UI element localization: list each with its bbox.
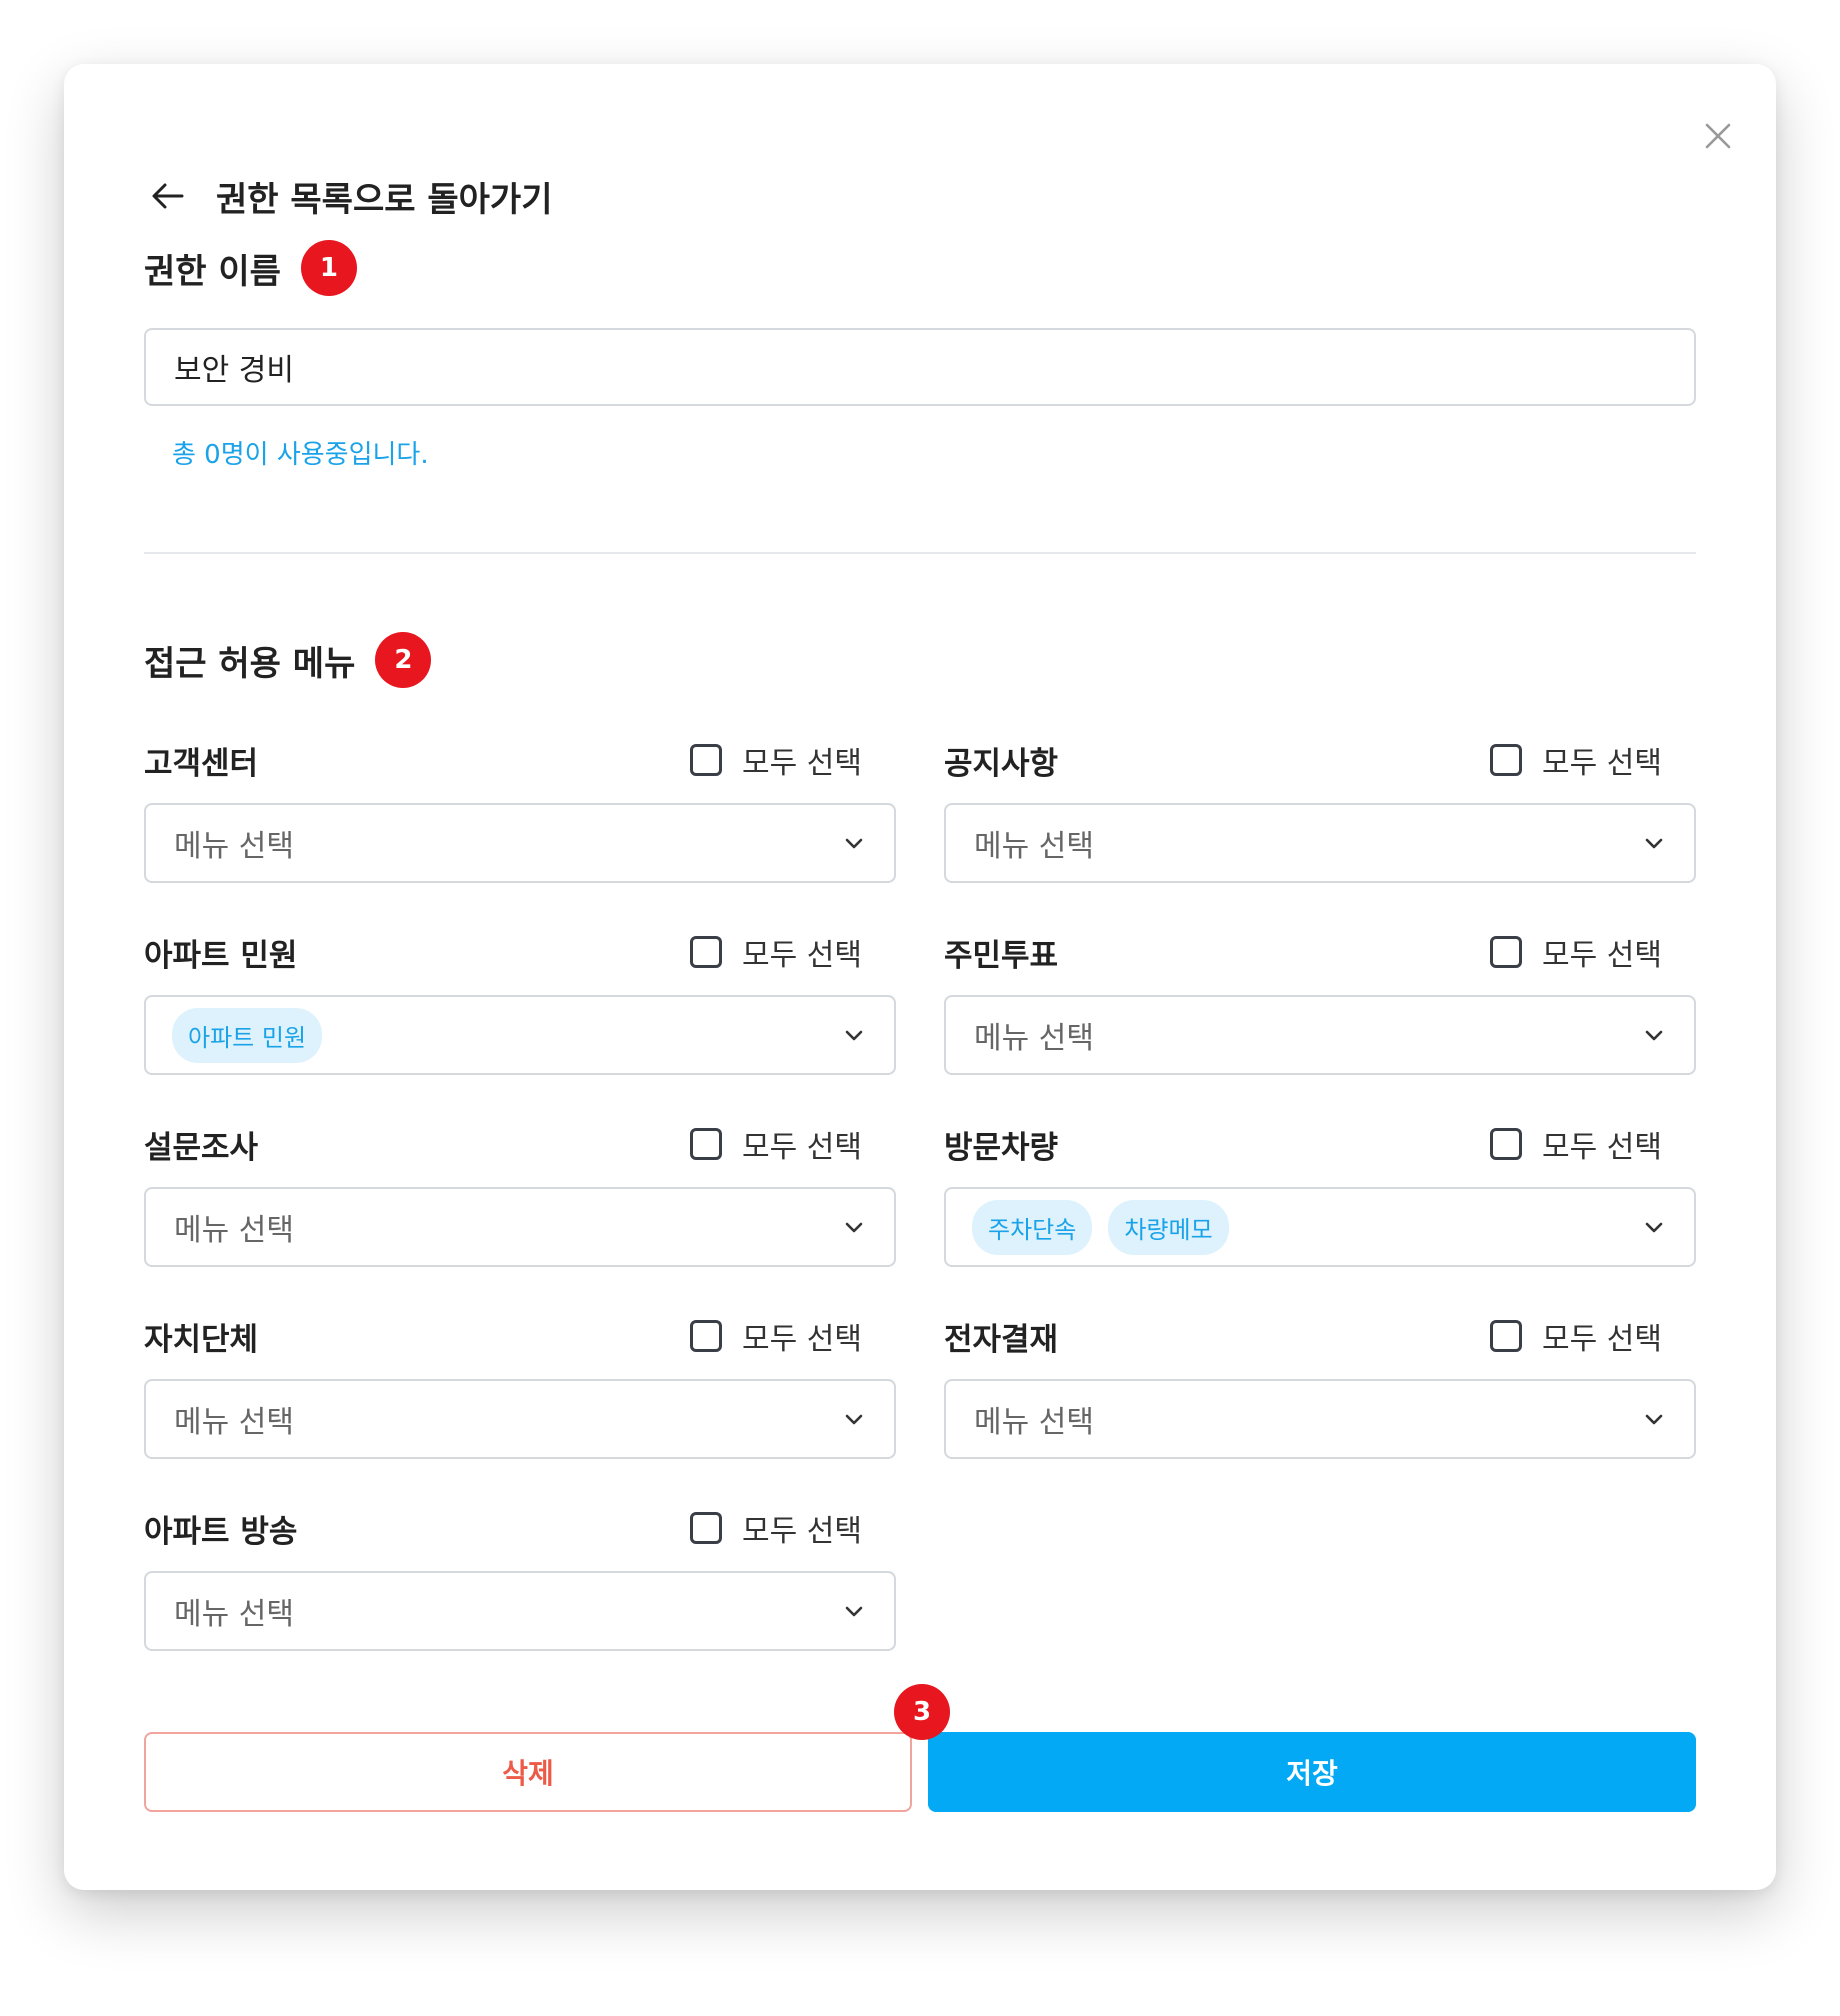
group-label: 주민투표 — [944, 938, 1059, 974]
select-all-label: 모두 선택 — [742, 746, 862, 781]
close-icon — [1704, 122, 1732, 154]
back-label: 권한 목록으로 돌아가기 — [216, 179, 553, 220]
select-all-toggle[interactable]: 모두 선택 — [1490, 738, 1662, 782]
step-badge-1: 1 — [300, 240, 357, 296]
step-badge-3: 3 — [894, 1684, 950, 1740]
menu-select[interactable]: 메뉴 선택 — [944, 995, 1696, 1075]
selected-chip[interactable]: 주차단속 — [972, 1199, 1093, 1255]
menu-select[interactable]: 메뉴 선택 — [944, 1379, 1696, 1459]
select-all-label: 모두 선택 — [742, 1322, 862, 1357]
select-all-toggle[interactable]: 모두 선택 — [1490, 930, 1662, 974]
select-all-label: 모두 선택 — [742, 938, 862, 973]
checkbox[interactable] — [690, 1320, 722, 1352]
checkbox[interactable] — [1490, 1128, 1522, 1160]
arrow-left-icon — [150, 178, 186, 214]
chevron-down-icon — [1642, 1215, 1666, 1239]
menu-section-title: 접근 허용 메뉴 2 — [144, 632, 432, 688]
checkbox[interactable] — [690, 1512, 722, 1544]
menu-select[interactable]: 주차단속 차량메모 — [944, 1187, 1696, 1267]
group-label: 아파트 방송 — [144, 1514, 298, 1550]
close-button[interactable] — [1688, 108, 1748, 168]
group-label: 전자결재 — [944, 1322, 1059, 1358]
select-all-label: 모두 선택 — [742, 1514, 862, 1549]
chevron-down-icon — [842, 1023, 866, 1047]
group-label: 아파트 민원 — [144, 938, 298, 974]
chevron-down-icon — [1642, 831, 1666, 855]
chevron-down-icon — [842, 831, 866, 855]
edit-permission-modal: 권한 목록으로 돌아가기 권한 이름 1 총 0명이 사용중입니다. 접근 허용… — [64, 64, 1776, 1890]
checkbox[interactable] — [690, 744, 722, 776]
chevron-down-icon — [842, 1599, 866, 1623]
chevron-down-icon — [842, 1407, 866, 1431]
group-label: 공지사항 — [944, 746, 1059, 782]
delete-button[interactable]: 삭제 — [144, 1732, 912, 1812]
select-all-toggle[interactable]: 모두 선택 — [690, 1314, 862, 1358]
menu-select[interactable]: 메뉴 선택 — [144, 803, 896, 883]
usage-note: 총 0명이 사용중입니다. — [172, 440, 429, 470]
select-all-toggle[interactable]: 모두 선택 — [1490, 1314, 1662, 1358]
checkbox[interactable] — [1490, 1320, 1522, 1352]
chevron-down-icon — [1642, 1407, 1666, 1431]
section-divider — [144, 552, 1696, 554]
select-all-toggle[interactable]: 모두 선택 — [690, 738, 862, 782]
select-all-label: 모두 선택 — [1542, 1322, 1662, 1357]
menu-select-placeholder: 메뉴 선택 — [174, 1597, 294, 1632]
select-all-toggle[interactable]: 모두 선택 — [690, 1122, 862, 1166]
checkbox[interactable] — [690, 936, 722, 968]
select-all-label: 모두 선택 — [742, 1130, 862, 1165]
chevron-down-icon — [1642, 1023, 1666, 1047]
checkbox[interactable] — [690, 1128, 722, 1160]
menu-select[interactable]: 메뉴 선택 — [144, 1379, 896, 1459]
back-button[interactable]: 권한 목록으로 돌아가기 — [150, 172, 552, 221]
menu-select-placeholder: 메뉴 선택 — [174, 1213, 294, 1248]
group-label: 설문조사 — [144, 1130, 259, 1166]
menu-select-placeholder: 메뉴 선택 — [974, 1021, 1094, 1056]
menu-select[interactable]: 메뉴 선택 — [144, 1187, 896, 1267]
permission-name-input[interactable] — [144, 328, 1696, 406]
name-section-label: 권한 이름 — [144, 251, 281, 292]
select-all-label: 모두 선택 — [1542, 746, 1662, 781]
group-label: 고객센터 — [144, 746, 259, 782]
selected-chip[interactable]: 차량메모 — [1108, 1199, 1229, 1255]
select-all-toggle[interactable]: 모두 선택 — [690, 930, 862, 974]
group-label: 자치단체 — [144, 1322, 259, 1358]
selected-chips: 아파트 민원 — [172, 1007, 842, 1063]
select-all-toggle[interactable]: 모두 선택 — [690, 1506, 862, 1550]
name-section-title: 권한 이름 1 — [144, 240, 357, 296]
step-badge-2: 2 — [375, 632, 432, 688]
select-all-toggle[interactable]: 모두 선택 — [1490, 1122, 1662, 1166]
select-all-label: 모두 선택 — [1542, 1130, 1662, 1165]
menu-section-label: 접근 허용 메뉴 — [144, 643, 356, 684]
menu-select-placeholder: 메뉴 선택 — [174, 829, 294, 864]
menu-select[interactable]: 메뉴 선택 — [944, 803, 1696, 883]
select-all-label: 모두 선택 — [1542, 938, 1662, 973]
selected-chips: 주차단속 차량메모 — [972, 1199, 1642, 1255]
menu-select[interactable]: 메뉴 선택 — [144, 1571, 896, 1651]
menu-select-placeholder: 메뉴 선택 — [974, 829, 1094, 864]
save-button[interactable]: 저장 — [928, 1732, 1696, 1812]
menu-select-placeholder: 메뉴 선택 — [174, 1405, 294, 1440]
menu-select[interactable]: 아파트 민원 — [144, 995, 896, 1075]
checkbox[interactable] — [1490, 936, 1522, 968]
chevron-down-icon — [842, 1215, 866, 1239]
selected-chip[interactable]: 아파트 민원 — [172, 1007, 323, 1063]
menu-select-placeholder: 메뉴 선택 — [974, 1405, 1094, 1440]
group-label: 방문차량 — [944, 1130, 1059, 1166]
checkbox[interactable] — [1490, 744, 1522, 776]
